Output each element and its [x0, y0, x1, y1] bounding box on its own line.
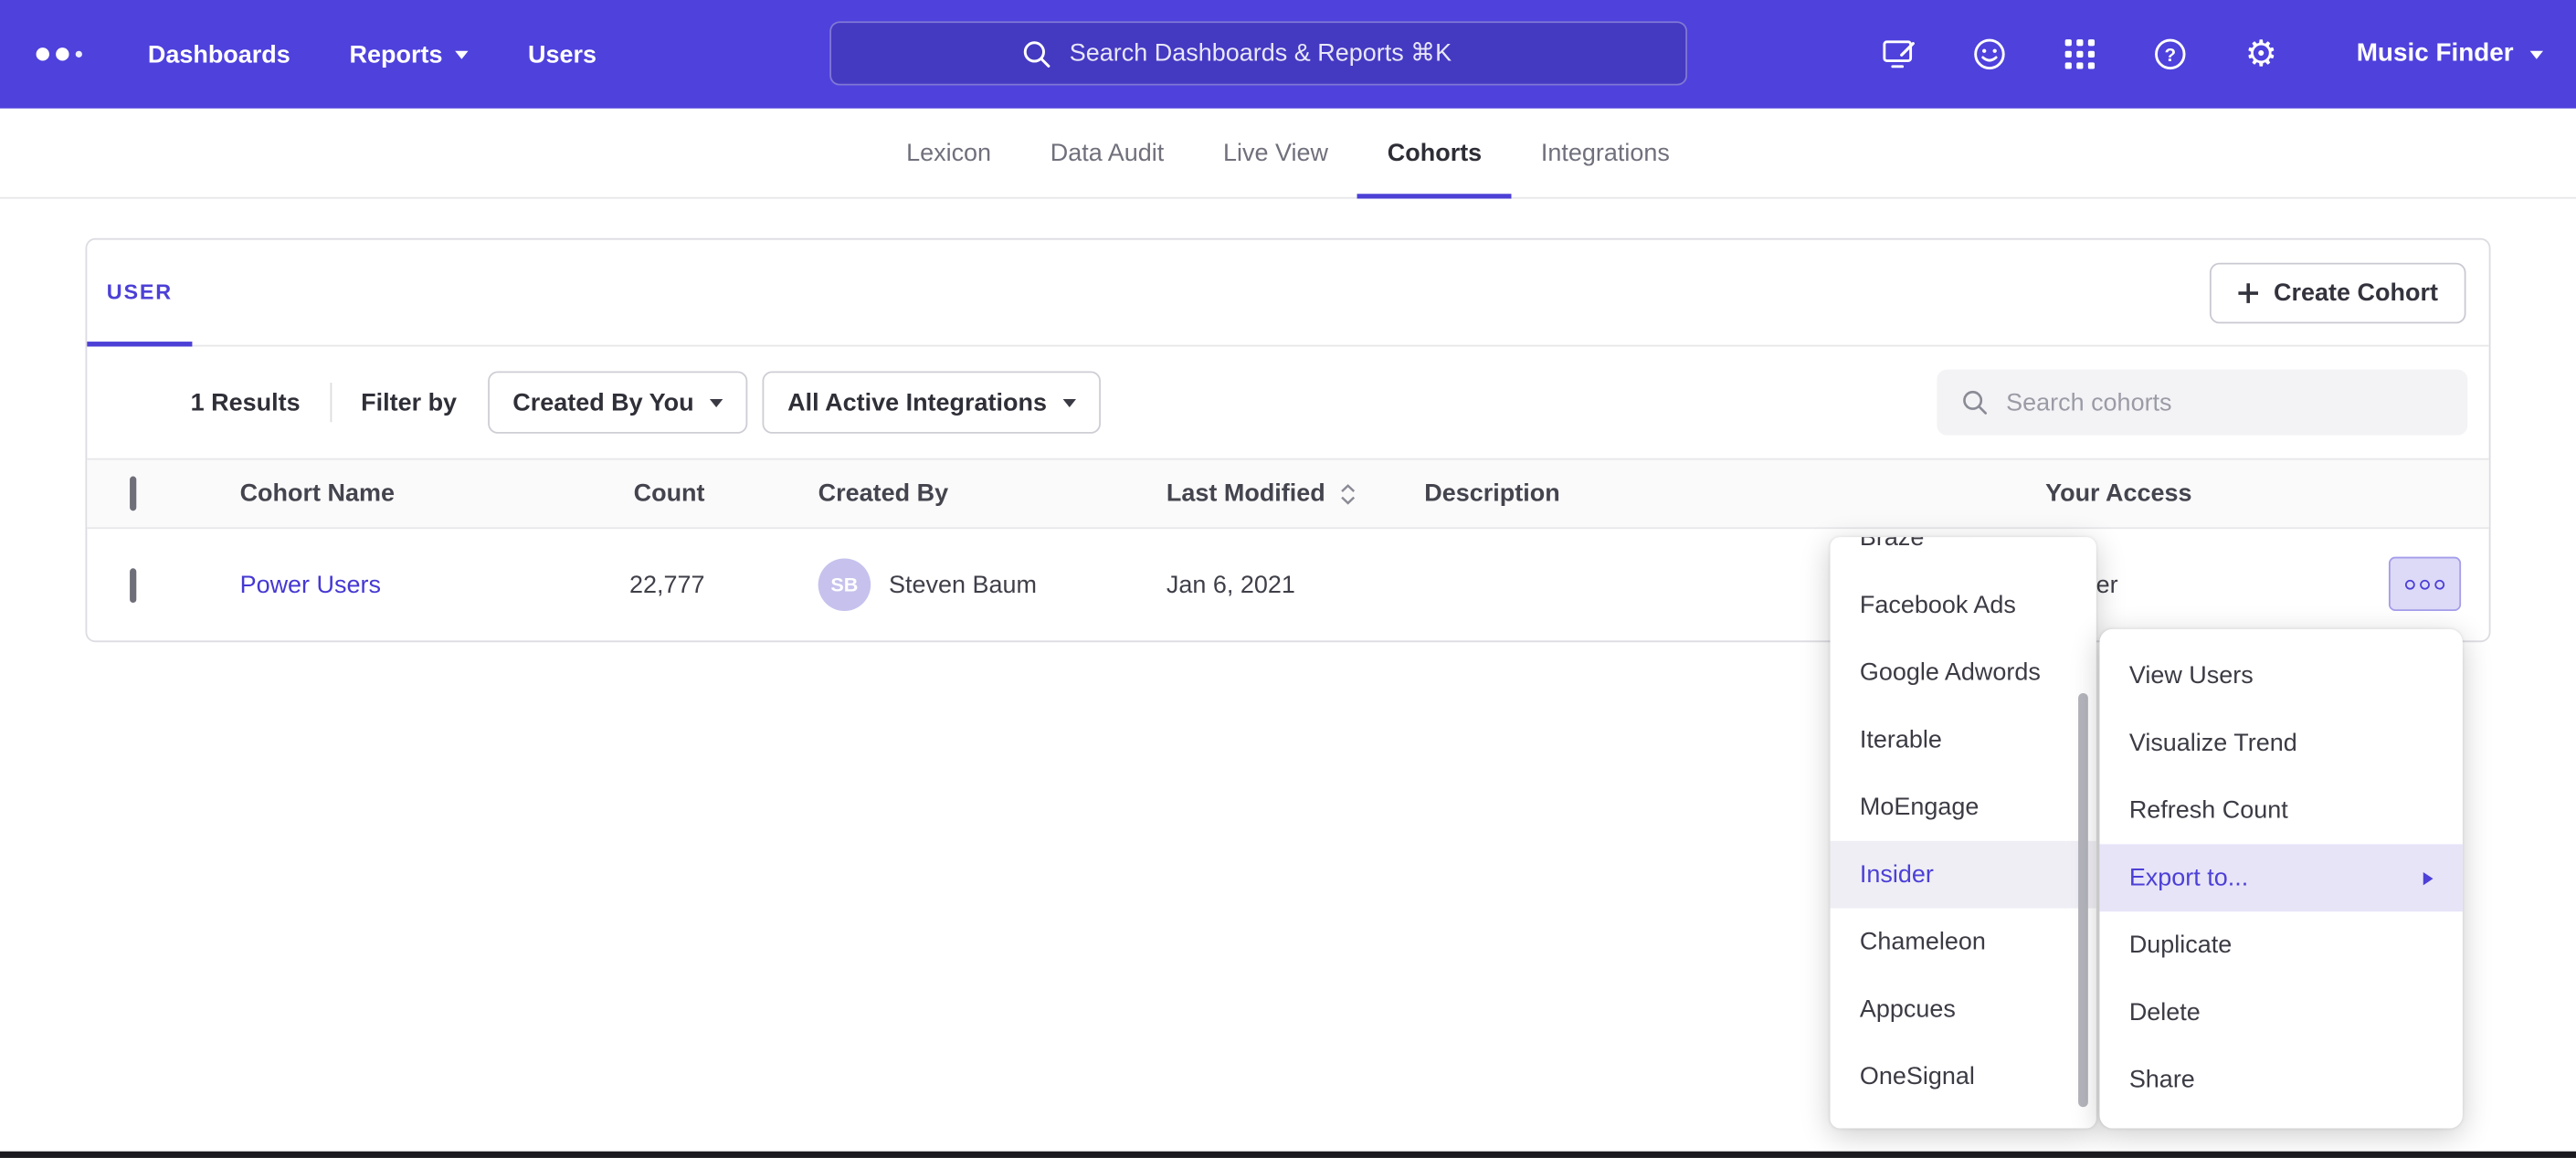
nav-link-label: Reports [350, 40, 443, 68]
feedback-smiley-icon[interactable] [1969, 33, 2011, 76]
integrations-filter-value: All Active Integrations [787, 388, 1047, 416]
results-count: 1 Results [191, 388, 301, 416]
mixpanel-dots-logo[interactable] [37, 47, 82, 60]
help-icon[interactable]: ? [2149, 33, 2192, 76]
cohort-count-value: 22,777 [552, 571, 704, 599]
export-submenu: Braze Facebook Ads Google Adwords Iterab… [1830, 537, 2096, 1128]
create-cohort-label: Create Cohort [2274, 279, 2438, 308]
column-header-label: Created By [818, 479, 948, 508]
column-header-your-access[interactable]: Your Access [2045, 479, 2489, 508]
menu-item-view-users[interactable]: View Users [2099, 642, 2462, 710]
cohorts-panel: USER Create Cohort 1 Results Filter by C… [86, 238, 2491, 642]
avatar: SB [818, 558, 871, 611]
column-header-cohort-name[interactable]: Cohort Name [240, 479, 553, 508]
cohort-search-input[interactable] [2006, 388, 2444, 416]
export-target-list: Braze Facebook Ads Google Adwords Iterab… [1830, 537, 2096, 1111]
nav-link-label: Users [528, 40, 596, 68]
global-search-bar[interactable] [829, 21, 1687, 85]
divider [330, 383, 332, 422]
created-by-filter-value: Created By You [512, 388, 693, 416]
row-actions-button[interactable] [2389, 557, 2461, 611]
plus-icon [2237, 282, 2258, 303]
export-target-facebook-ads[interactable]: Facebook Ads [1830, 572, 2096, 639]
menu-item-duplicate[interactable]: Duplicate [2099, 911, 2462, 979]
chevron-down-icon [1063, 398, 1076, 406]
chevron-right-icon [2423, 871, 2433, 884]
tab-cohorts[interactable]: Cohorts [1357, 109, 1511, 199]
nav-link-dashboards[interactable]: Dashboards [148, 40, 290, 68]
column-header-created-by[interactable]: Created By [705, 479, 1167, 508]
panel-header: USER Create Cohort [87, 240, 2488, 347]
app-window: Dashboards Reports Users [0, 0, 2576, 1158]
export-target-appcues[interactable]: Appcues [1830, 975, 2096, 1043]
row-actions-menu: View Users Visualize Trend Refresh Count… [2099, 629, 2462, 1129]
export-target-insider[interactable]: Insider [1830, 841, 2096, 909]
chevron-down-icon [456, 50, 469, 58]
export-target-google-adwords[interactable]: Google Adwords [1830, 639, 2096, 707]
select-all-checkbox[interactable] [130, 477, 136, 511]
column-header-count[interactable]: Count [552, 479, 704, 508]
export-target-braze[interactable]: Braze [1830, 537, 2096, 572]
row-actions-list: View Users Visualize Trend Refresh Count… [2099, 642, 2462, 1113]
column-header-description[interactable]: Description [1424, 479, 2045, 508]
filter-by-label: Filter by [361, 388, 457, 416]
chevron-down-icon [711, 398, 723, 406]
global-search-input[interactable] [1070, 39, 1497, 68]
tab-lexicon[interactable]: Lexicon [877, 109, 1021, 199]
report-builder-icon[interactable] [1878, 33, 1921, 76]
created-by-filter-dropdown[interactable]: Created By You [488, 371, 748, 433]
cohort-name-link[interactable]: Power Users [240, 571, 381, 599]
column-header-label: Last Modified [1167, 479, 1325, 508]
navbar-right-icons: ? ⚙ Music Finder [1878, 0, 2543, 109]
row-checkbox[interactable] [130, 567, 136, 602]
tab-data-audit[interactable]: Data Audit [1020, 109, 1193, 199]
workspace-name: Music Finder [2357, 39, 2514, 68]
export-target-chameleon[interactable]: Chameleon [1830, 909, 2096, 976]
column-header-last-modified[interactable]: Last Modified [1167, 479, 1424, 508]
menu-item-visualize-trend[interactable]: Visualize Trend [2099, 710, 2462, 777]
nav-link-label: Dashboards [148, 40, 290, 68]
export-target-iterable[interactable]: Iterable [1830, 706, 2096, 774]
table-header-row: Cohort Name Count Created By Last Modifi… [87, 458, 2488, 529]
integrations-filter-dropdown[interactable]: All Active Integrations [763, 371, 1101, 433]
export-target-onesignal[interactable]: OneSignal [1830, 1043, 2096, 1111]
menu-item-refresh-count[interactable]: Refresh Count [2099, 777, 2462, 845]
workspace-tab-bar: Lexicon Data Audit Live View Cohorts Int… [0, 109, 2576, 199]
nav-link-reports[interactable]: Reports [350, 40, 470, 68]
top-navbar: Dashboards Reports Users [0, 0, 2576, 109]
menu-item-share[interactable]: Share [2099, 1047, 2462, 1114]
menu-item-label: Export to... [2129, 864, 2248, 892]
navbar-links: Dashboards Reports Users [148, 40, 596, 68]
filter-toolbar: 1 Results Filter by Created By You All A… [87, 346, 2488, 458]
menu-item-export-to[interactable]: Export to... [2099, 844, 2462, 911]
tab-user-cohorts[interactable]: USER [87, 240, 192, 347]
export-target-moengage[interactable]: MoEngage [1830, 774, 2096, 841]
search-icon [1020, 37, 1053, 69]
apps-grid-icon[interactable] [2059, 33, 2102, 76]
svg-text:?: ? [2165, 45, 2177, 66]
submenu-scrollbar-thumb[interactable] [2078, 693, 2088, 1107]
ellipsis-icon [2420, 579, 2430, 589]
sort-icon[interactable] [1338, 482, 1357, 505]
window-bottom-edge [0, 1152, 2576, 1158]
tab-integrations[interactable]: Integrations [1512, 109, 1700, 199]
cohort-search-bar[interactable] [1937, 370, 2467, 436]
chevron-down-icon [2530, 50, 2543, 58]
nav-link-users[interactable]: Users [528, 40, 596, 68]
tab-live-view[interactable]: Live View [1194, 109, 1358, 199]
ellipsis-icon [2434, 579, 2444, 589]
create-cohort-button[interactable]: Create Cohort [2210, 263, 2466, 324]
creator-name: Steven Baum [889, 571, 1037, 599]
ellipsis-icon [2405, 579, 2415, 589]
last-modified-value: Jan 6, 2021 [1167, 571, 1424, 599]
settings-gear-icon[interactable]: ⚙ [2240, 33, 2283, 76]
menu-item-delete[interactable]: Delete [2099, 979, 2462, 1047]
cohort-table-row[interactable]: Power Users 22,777 SB Steven Baum Jan 6,… [87, 529, 2488, 640]
search-icon [1960, 386, 1990, 419]
workspace-switcher[interactable]: Music Finder [2357, 39, 2543, 68]
